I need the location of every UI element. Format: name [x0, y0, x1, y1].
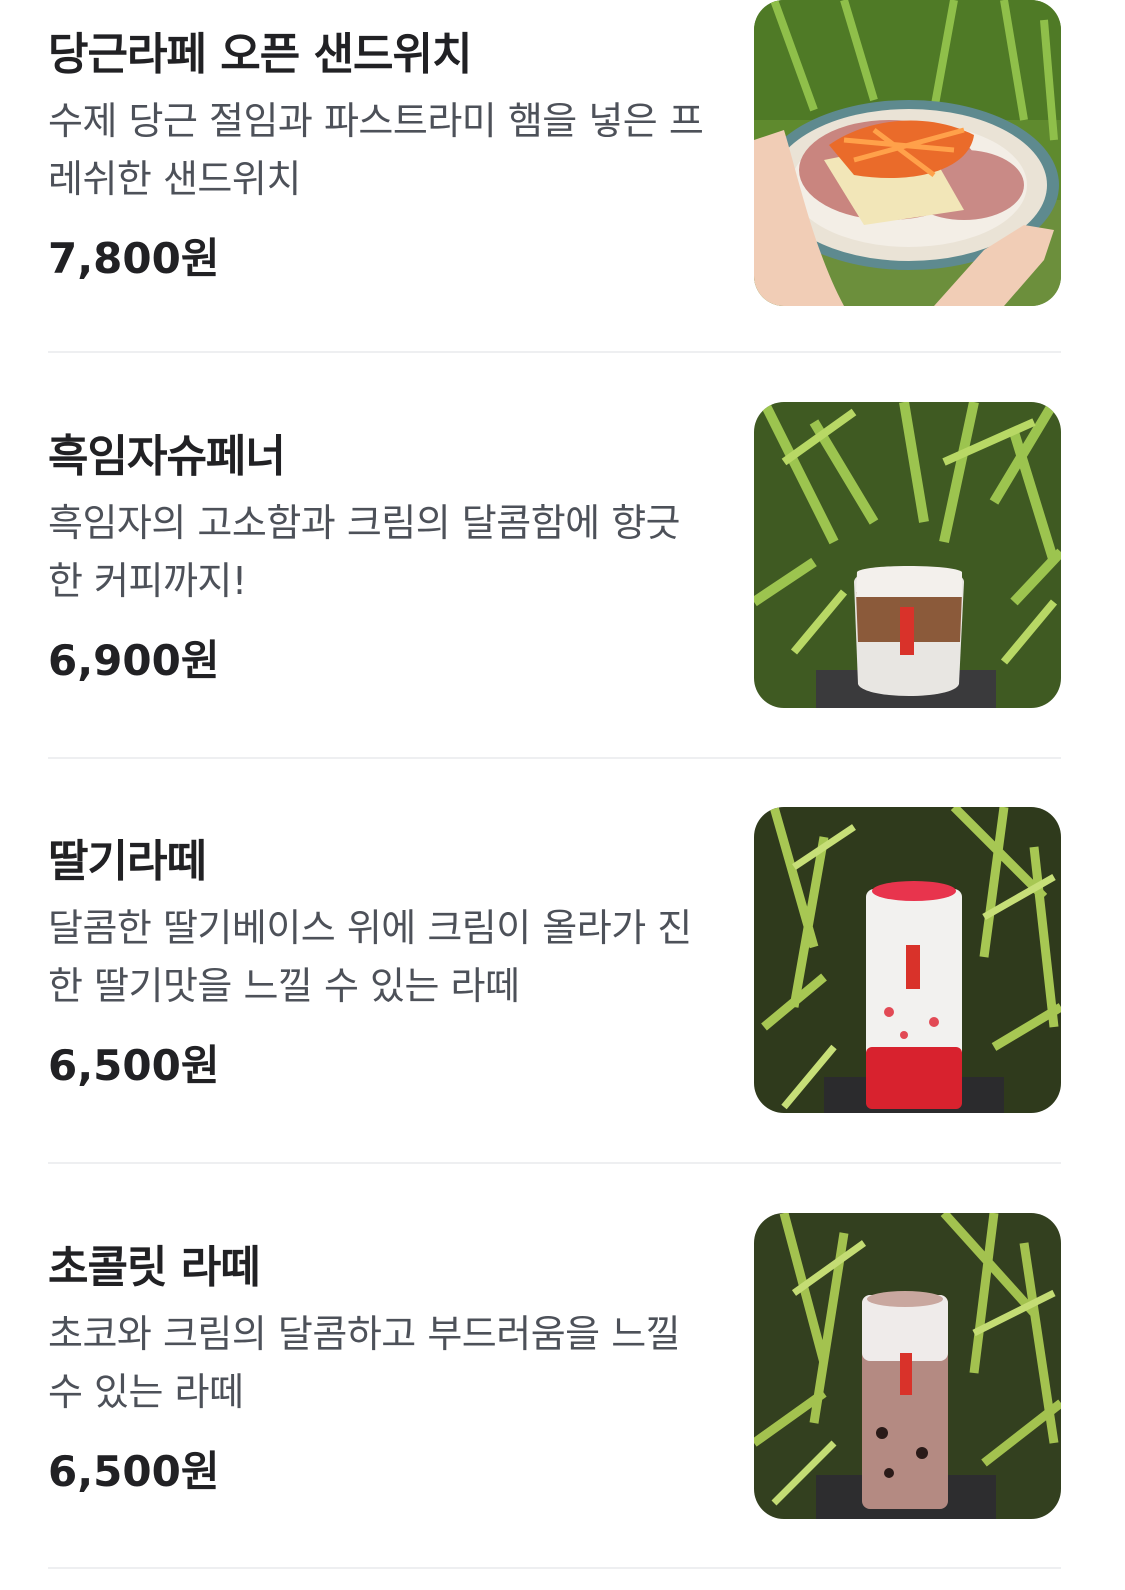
strawberry-latte-photo[interactable] [754, 807, 1061, 1113]
menu-item-title: 딸기라떼 [48, 836, 207, 887]
menu-item-description: 초코와 크림의 달콤하고 부드러움을 느낄 수 있는 라떼 [48, 1312, 681, 1414]
menu-item-chocolate-latte[interactable]: 초콜릿 라떼 초코와 크림의 달콤하고 부드러움을 느낄 수 있는 라떼 6,5… [48, 1213, 1061, 1519]
menu-item-description: 수제 당근 절임과 파스트라미 햄을 넣은 프레쉬한 샌드위치 [48, 99, 704, 201]
black-sesame-einspanner-photo[interactable] [754, 402, 1061, 708]
divider [48, 351, 1061, 353]
menu-item-description: 달콤한 딸기베이스 위에 크림이 올라가 진한 딸기맛을 느낄 수 있는 라떼 [48, 906, 692, 1008]
chocolate-latte-photo[interactable] [754, 1213, 1061, 1519]
menu-item-price: 6,900원 [48, 636, 220, 685]
menu-item-price: 6,500원 [48, 1447, 220, 1496]
menu-item-title: 당근라페 오픈 샌드위치 [48, 29, 472, 80]
menu-item-title: 초콜릿 라떼 [48, 1242, 261, 1293]
divider [48, 757, 1061, 759]
menu-item-black-sesame-einspanner[interactable]: 흑임자슈페너 흑임자의 고소함과 크림의 달콤함에 향긋한 커피까지! 6,90… [48, 402, 1061, 708]
menu-item-description: 흑임자의 고소함과 크림의 달콤함에 향긋한 커피까지! [48, 501, 681, 603]
menu-item-strawberry-latte[interactable]: 딸기라떼 달콤한 딸기베이스 위에 크림이 올라가 진한 딸기맛을 느낄 수 있… [48, 807, 1061, 1113]
open-sandwich-photo[interactable] [754, 0, 1061, 306]
menu-item-price: 7,800원 [48, 234, 220, 283]
menu-item-title: 흑임자슈페너 [48, 431, 286, 482]
divider [48, 1162, 1061, 1164]
divider [48, 1567, 1061, 1569]
menu-item-price: 6,500원 [48, 1041, 220, 1090]
menu-item-open-sandwich[interactable]: 당근라페 오픈 샌드위치 수제 당근 절임과 파스트라미 햄을 넣은 프레쉬한 … [48, 0, 1061, 306]
